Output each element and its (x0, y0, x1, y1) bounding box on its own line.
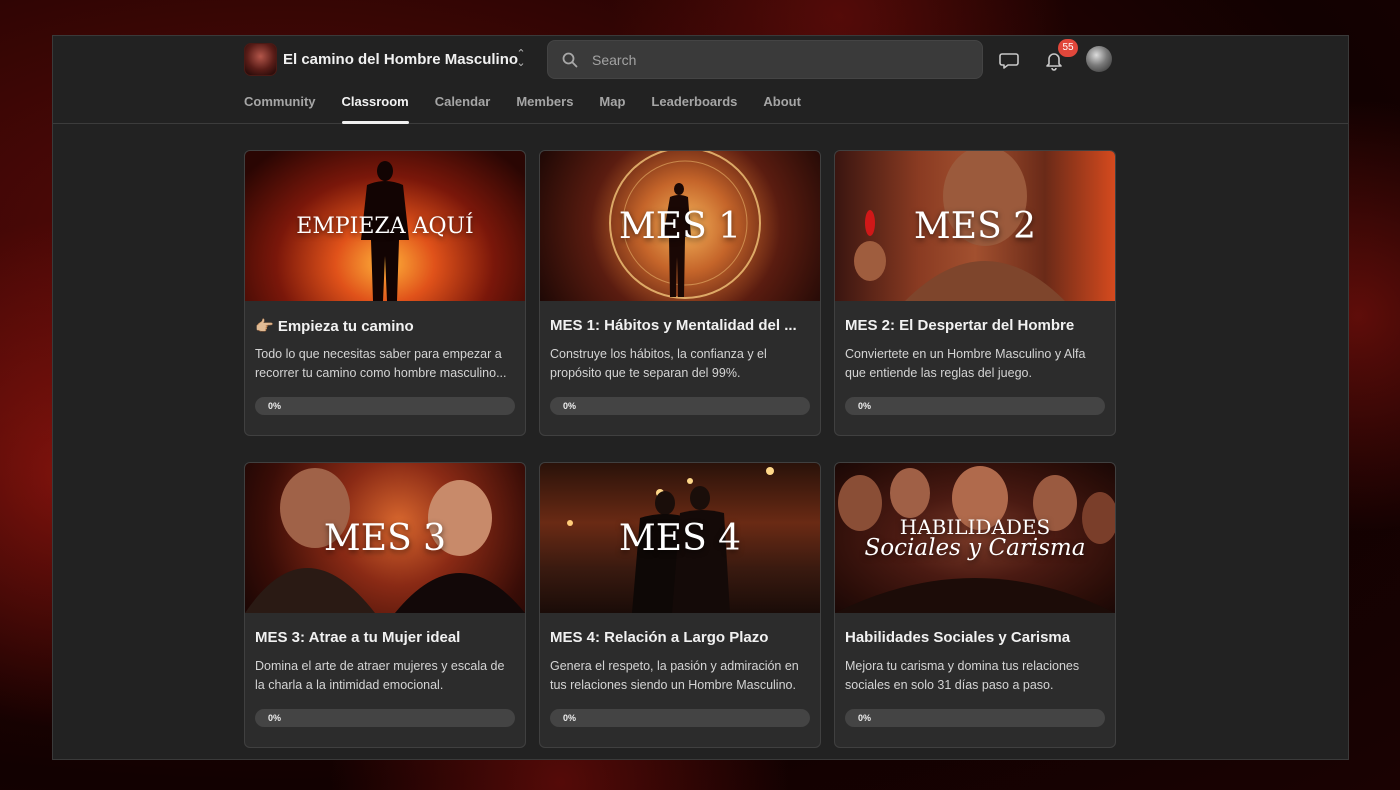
search-input[interactable] (592, 41, 972, 78)
course-card[interactable]: MES 4 MES 4: Relación a Largo Plazo Gene… (539, 462, 821, 748)
course-thumbnail: MES 3 (245, 463, 525, 613)
user-avatar[interactable] (1086, 46, 1112, 72)
thumb-title: MES 3 (323, 517, 447, 559)
course-thumbnail: EMPIEZA AQUÍ (245, 151, 525, 301)
progress-label: 0% (563, 713, 577, 723)
course-card[interactable]: EMPIEZA AQUÍ 👉🏼 Empieza tu camino Todo l… (244, 150, 526, 436)
thumb-subtitle: Sociales y Carisma (864, 534, 1086, 561)
progress-bar: 0% (550, 397, 810, 415)
course-title: 👉🏼 Empieza tu camino (255, 318, 414, 335)
progress-label: 0% (858, 401, 872, 411)
thumb-title: EMPIEZA AQUÍ (296, 213, 474, 239)
tab-map[interactable]: Map (599, 93, 625, 124)
tab-about[interactable]: About (763, 93, 801, 124)
nav-tabs: Community Classroom Calendar Members Map… (244, 93, 827, 124)
thumb-title: MES 4 (618, 517, 742, 559)
search-bar[interactable] (547, 40, 983, 79)
search-icon (562, 52, 578, 68)
course-thumbnail: HABILIDADES Sociales y Carisma (835, 463, 1115, 613)
tab-members[interactable]: Members (516, 93, 573, 124)
course-title: MES 4: Relación a Largo Plazo (550, 629, 769, 646)
thumb-title: MES 2 (913, 205, 1037, 247)
course-thumbnail: MES 4 (540, 463, 820, 613)
course-title: MES 2: El Despertar del Hombre (845, 317, 1075, 334)
tab-community[interactable]: Community (244, 93, 316, 124)
progress-bar: 0% (845, 709, 1105, 727)
course-description: Domina el arte de atraer mujeres y escal… (255, 659, 505, 692)
group-logo[interactable] (244, 43, 277, 76)
progress-label: 0% (858, 713, 872, 723)
top-bar: El camino del Hombre Masculino ⌃⌄ 55 Com… (53, 36, 1348, 124)
course-card[interactable]: MES 1 MES 1: Hábitos y Mentalidad del ..… (539, 150, 821, 436)
course-description: Mejora tu carisma y domina tus relacione… (845, 659, 1080, 692)
progress-bar: 0% (255, 709, 515, 727)
course-thumbnail: MES 1 (540, 151, 820, 301)
thumb-title-group: HABILIDADES Sociales y Carisma (835, 463, 1115, 613)
course-card[interactable]: MES 3 MES 3: Atrae a tu Mujer ideal Domi… (244, 462, 526, 748)
thumb-title: MES 1 (618, 205, 742, 247)
course-card[interactable]: MES 2 MES 2: El Despertar del Hombre Con… (834, 150, 1116, 436)
course-description: Construye los hábitos, la confianza y el… (550, 347, 767, 380)
course-title: MES 3: Atrae a tu Mujer ideal (255, 629, 461, 646)
course-card[interactable]: HABILIDADES Sociales y Carisma Habilidad… (834, 462, 1116, 748)
tab-leaderboards[interactable]: Leaderboards (651, 93, 737, 124)
course-title: MES 1: Hábitos y Mentalidad del ... (550, 317, 797, 334)
progress-bar: 0% (550, 709, 810, 727)
course-description: Genera el respeto, la pasión y admiració… (550, 659, 799, 692)
tab-calendar[interactable]: Calendar (435, 93, 491, 124)
course-title: Habilidades Sociales y Carisma (845, 629, 1071, 646)
progress-bar: 0% (845, 397, 1105, 415)
notification-badge: 55 (1058, 39, 1078, 57)
app-window: El camino del Hombre Masculino ⌃⌄ 55 Com… (52, 35, 1349, 760)
course-description: Conviertete en un Hombre Masculino y Alf… (845, 347, 1086, 380)
group-name[interactable]: El camino del Hombre Masculino (283, 51, 518, 68)
course-thumbnail: MES 2 (835, 151, 1115, 301)
chevron-up-down-icon[interactable]: ⌃ ⌄ (514, 49, 528, 70)
progress-label: 0% (268, 401, 282, 411)
tab-classroom[interactable]: Classroom (341, 93, 409, 124)
progress-label: 0% (563, 401, 577, 411)
course-description: Todo lo que necesitas saber para empezar… (255, 347, 507, 380)
thumb-title: HABILIDADES (899, 514, 1051, 539)
chat-icon[interactable] (998, 49, 1020, 71)
progress-bar: 0% (255, 397, 515, 415)
progress-label: 0% (268, 713, 282, 723)
